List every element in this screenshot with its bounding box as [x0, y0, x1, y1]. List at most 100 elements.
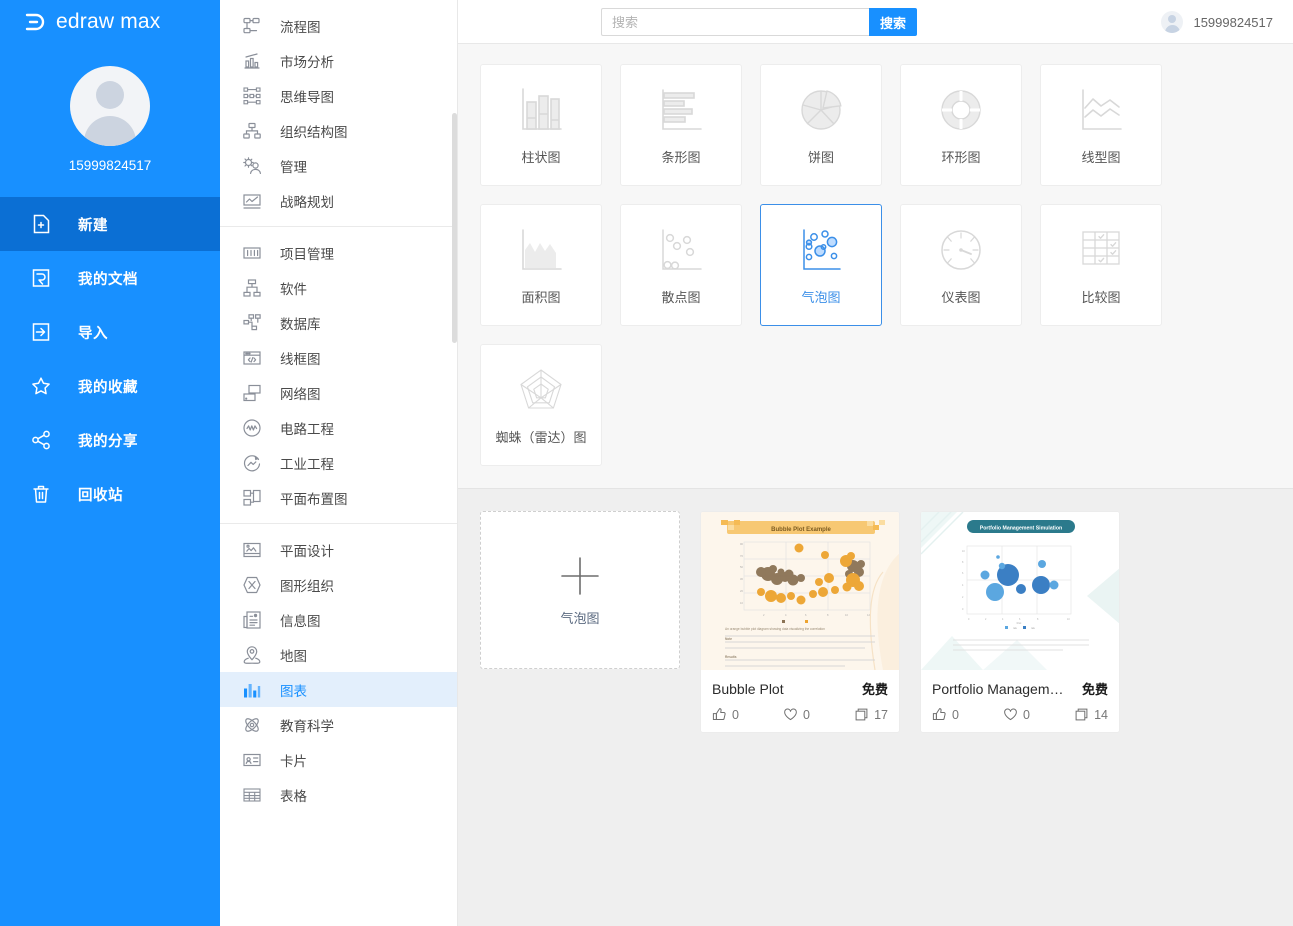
edraw-logo-icon: [22, 9, 48, 35]
favorite-stat[interactable]: 0: [783, 707, 854, 722]
category-item-label: 工业工程: [280, 456, 334, 472]
heart-icon: [1003, 707, 1018, 722]
graphic-organizer-icon: [242, 575, 262, 595]
copy-stat[interactable]: 14: [1074, 707, 1108, 722]
column-chart-icon: [514, 84, 568, 138]
category-item-floorplan[interactable]: 平面布置图: [220, 480, 457, 515]
user-avatar-icon[interactable]: [70, 66, 150, 146]
category-item-science[interactable]: 教育科学: [220, 707, 457, 742]
svg-text:Results: Results: [725, 655, 737, 659]
sidebar-item-label: 我的分享: [78, 433, 138, 450]
copy-icon: [1074, 707, 1089, 722]
search-bar: 搜索: [601, 8, 917, 36]
like-count: 0: [952, 707, 959, 722]
sidebar-item-new[interactable]: 新建: [0, 197, 220, 251]
table-icon: [242, 785, 262, 805]
category-item-label: 数据库: [280, 316, 321, 332]
donut-chart-icon: [934, 84, 988, 138]
category-item-industrial[interactable]: 工业工程: [220, 445, 457, 480]
category-item-card[interactable]: 卡片: [220, 742, 457, 777]
comparison-chart-icon: [1074, 224, 1128, 278]
sidebar-nav: 新建 我的文档 导入 我的收藏 我的分享 回收站: [0, 197, 220, 521]
create-blank-template-button[interactable]: 气泡图: [480, 511, 680, 669]
heart-icon: [783, 707, 798, 722]
template-info: Bubble Plot 免费 0 0 17: [701, 670, 899, 732]
template-info: Portfolio Managemen... 免费 0 0 14: [921, 670, 1119, 732]
category-item-graphic-organizer[interactable]: 图形组织: [220, 567, 457, 602]
chart-type-pie[interactable]: 饼图: [760, 64, 882, 186]
circuit-icon: [242, 418, 262, 438]
template-card[interactable]: Bubble Plot Example 90 70 50 30 20 10 2 …: [700, 511, 900, 733]
sidebar-item-favorites[interactable]: 我的收藏: [0, 359, 220, 413]
market-analysis-icon: [242, 51, 262, 71]
org-chart-icon: [242, 121, 262, 141]
copy-count: 14: [1094, 707, 1108, 722]
category-item-label: 卡片: [280, 753, 307, 769]
chart-type-area[interactable]: 面积图: [480, 204, 602, 326]
chart-type-area: 柱状图 条形图 饼图 环形图 线型图 面积图 散点图 气泡图 仪表图 比较图 蜘…: [458, 44, 1293, 489]
category-item-table[interactable]: 表格: [220, 777, 457, 812]
import-icon: [30, 321, 52, 343]
category-item-flowchart[interactable]: 流程图: [220, 8, 457, 43]
svg-text:Portfolio Management Simulatio: Portfolio Management Simulation: [980, 526, 1062, 532]
chart-type-bar[interactable]: 条形图: [620, 64, 742, 186]
category-item-chart[interactable]: 图表: [220, 672, 457, 707]
category-item-database[interactable]: 数据库: [220, 305, 457, 340]
chart-type-donut[interactable]: 环形图: [900, 64, 1022, 186]
chart-type-scatter[interactable]: 散点图: [620, 204, 742, 326]
trash-icon: [30, 483, 52, 505]
search-input[interactable]: [601, 8, 869, 36]
sidebar-item-import[interactable]: 导入: [0, 305, 220, 359]
chart-type-grid: 柱状图 条形图 饼图 环形图 线型图 面积图 散点图 气泡图 仪表图 比较图 蜘…: [480, 64, 1180, 466]
category-item-label: 管理: [280, 159, 307, 175]
chart-type-label: 条形图: [661, 150, 701, 165]
chart-type-gauge[interactable]: 仪表图: [900, 204, 1022, 326]
category-item-wireframe[interactable]: 线框图: [220, 340, 457, 375]
user-menu[interactable]: 15999824517: [1161, 0, 1273, 44]
chart-type-bubble[interactable]: 气泡图: [760, 204, 882, 326]
category-item-strategy[interactable]: 战略规划: [220, 183, 457, 218]
category-item-network[interactable]: 网络图: [220, 375, 457, 410]
thumbs-up-icon: [932, 707, 947, 722]
category-item-graphic-design[interactable]: 平面设计: [220, 532, 457, 567]
category-item-label: 地图: [280, 648, 307, 664]
category-item-software[interactable]: 软件: [220, 270, 457, 305]
chart-type-radar[interactable]: 蜘蛛（雷达）图: [480, 344, 602, 466]
favorite-stat[interactable]: 0: [1003, 707, 1074, 722]
gauge-chart-icon: [934, 224, 988, 278]
search-button[interactable]: 搜索: [869, 8, 917, 36]
scatter-chart-icon: [654, 224, 708, 278]
like-stat[interactable]: 0: [932, 707, 1003, 722]
topbar-user-name: 15999824517: [1193, 14, 1273, 30]
bubble-chart-icon: [794, 224, 848, 278]
area-chart-icon: [514, 224, 568, 278]
chart-type-column[interactable]: 柱状图: [480, 64, 602, 186]
template-card[interactable]: Portfolio Management Simulation 10 8 6 4…: [920, 511, 1120, 733]
svg-text:Bubble Plot Example: Bubble Plot Example: [771, 527, 831, 533]
category-scrollbar[interactable]: [452, 113, 457, 343]
chart-type-line[interactable]: 线型图: [1040, 64, 1162, 186]
category-item-project-management[interactable]: 项目管理: [220, 235, 457, 270]
category-item-label: 市场分析: [280, 54, 334, 70]
copy-stat[interactable]: 17: [854, 707, 888, 722]
brand[interactable]: edraw max: [0, 0, 220, 44]
sidebar-item-trash[interactable]: 回收站: [0, 467, 220, 521]
sidebar-item-documents[interactable]: 我的文档: [0, 251, 220, 305]
category-item-label: 线框图: [280, 351, 321, 367]
category-item-circuit[interactable]: 电路工程: [220, 410, 457, 445]
category-item-mindmap[interactable]: 思维导图: [220, 78, 457, 113]
category-item-infographic[interactable]: 信息图: [220, 602, 457, 637]
category-item-map[interactable]: 地图: [220, 637, 457, 672]
sidebar-item-shares[interactable]: 我的分享: [0, 413, 220, 467]
category-item-label: 思维导图: [280, 89, 334, 105]
chart-type-comparison[interactable]: 比较图: [1040, 204, 1162, 326]
category-item-management[interactable]: 管理: [220, 148, 457, 183]
graphic-design-icon: [242, 540, 262, 560]
template-title: Bubble Plot: [712, 681, 784, 697]
template-thumbnail: Portfolio Management Simulation 10 8 6 4…: [921, 512, 1119, 670]
sidebar-profile: 15999824517: [0, 44, 220, 173]
chart-type-label: 散点图: [661, 290, 701, 305]
category-item-org-chart[interactable]: 组织结构图: [220, 113, 457, 148]
like-stat[interactable]: 0: [712, 707, 783, 722]
category-item-market-analysis[interactable]: 市场分析: [220, 43, 457, 78]
